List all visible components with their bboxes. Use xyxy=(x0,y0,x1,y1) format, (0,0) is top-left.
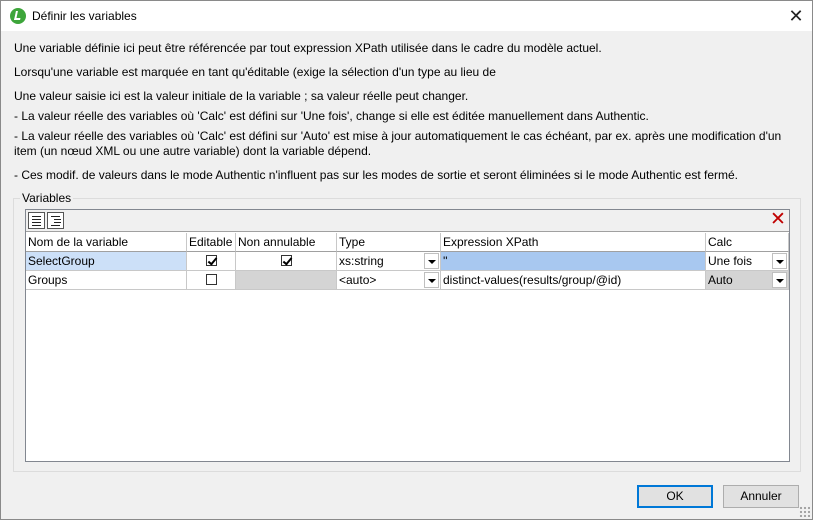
chevron-down-icon[interactable] xyxy=(772,272,787,288)
description-line-4: - La valeur réelle des variables où 'Cal… xyxy=(14,109,649,123)
chevron-down-icon[interactable] xyxy=(772,253,787,269)
append-variable-icon[interactable] xyxy=(28,212,45,229)
editable-cell xyxy=(187,271,236,290)
delete-variable-icon[interactable]: ✕ xyxy=(768,210,788,230)
define-variables-dialog: Définir les variables ✕ Une variable déf… xyxy=(0,0,813,520)
calc-select[interactable]: Auto xyxy=(706,271,789,290)
non-cancelable-checkbox[interactable] xyxy=(280,255,292,267)
type-select-value: xs:string xyxy=(339,254,384,268)
variables-grid: ✕ Nom de la variable Editable Non annula… xyxy=(25,209,790,462)
description-line-6: - Ces modif. de valeurs dans le mode Aut… xyxy=(14,168,738,182)
column-header-non-cancelable: Non annulable xyxy=(236,233,337,252)
column-header-editable: Editable xyxy=(187,233,236,252)
editable-cell xyxy=(187,252,236,271)
calc-select-value: Une fois xyxy=(708,254,753,268)
variable-name-cell[interactable]: Groups xyxy=(26,271,187,290)
type-select-value: <auto> xyxy=(339,273,377,287)
insert-variable-icon[interactable] xyxy=(47,212,64,229)
grid-toolbar: ✕ xyxy=(26,210,789,232)
close-icon[interactable]: ✕ xyxy=(785,5,807,27)
calc-select[interactable]: Une fois xyxy=(706,252,789,271)
description-line-2: Lorsqu'une variable est marquée en tant … xyxy=(14,65,496,79)
description-line-1: Une variable définie ici peut être référ… xyxy=(14,41,602,55)
column-header-xpath: Expression XPath xyxy=(441,233,706,252)
chevron-down-icon[interactable] xyxy=(424,272,439,288)
cancel-button[interactable]: Annuler xyxy=(723,485,799,508)
resize-grip-icon[interactable] xyxy=(799,506,810,517)
variables-group-legend: Variables xyxy=(22,191,72,205)
xpath-expression-input[interactable]: '' xyxy=(441,252,706,271)
ok-button[interactable]: OK xyxy=(637,485,713,508)
description-line-3: Une valeur saisie ici est la valeur init… xyxy=(14,89,469,103)
column-header-name: Nom de la variable xyxy=(26,233,187,252)
chevron-down-icon[interactable] xyxy=(424,253,439,269)
title-bar: Définir les variables ✕ xyxy=(1,1,812,31)
type-select[interactable]: <auto> xyxy=(337,271,441,290)
calc-select-value: Auto xyxy=(708,273,733,287)
window-title: Définir les variables xyxy=(32,9,137,23)
non-cancelable-cell xyxy=(236,252,337,271)
xpath-expression-input[interactable]: distinct-values(results/group/@id) xyxy=(441,271,706,290)
editable-checkbox[interactable] xyxy=(205,255,217,267)
description-line-5: - La valeur réelle des variables où 'Cal… xyxy=(14,129,782,158)
non-cancelable-cell-disabled xyxy=(236,271,337,290)
editable-checkbox[interactable] xyxy=(205,274,217,286)
column-header-calc: Calc xyxy=(706,233,789,252)
app-logo-icon xyxy=(10,8,26,24)
type-select[interactable]: xs:string xyxy=(337,252,441,271)
variable-name-cell[interactable]: SelectGroup xyxy=(26,252,187,271)
column-header-type: Type xyxy=(337,233,441,252)
